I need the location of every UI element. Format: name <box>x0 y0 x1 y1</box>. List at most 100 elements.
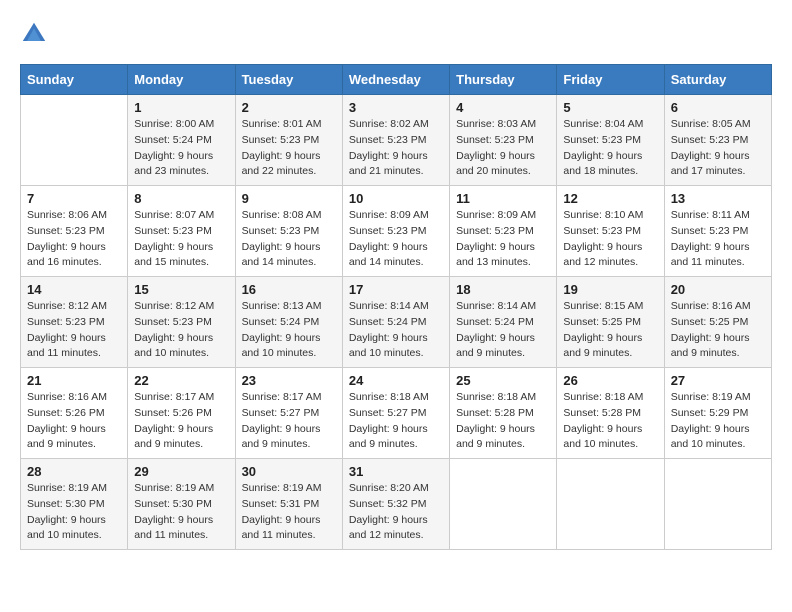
weekday-header: Sunday <box>21 65 128 95</box>
calendar-cell: 23 Sunrise: 8:17 AM Sunset: 5:27 PM Dayl… <box>235 368 342 459</box>
calendar-cell: 12 Sunrise: 8:10 AM Sunset: 5:23 PM Dayl… <box>557 186 664 277</box>
sunset: Sunset: 5:26 PM <box>134 407 212 419</box>
day-info: Sunrise: 8:09 AM Sunset: 5:23 PM Dayligh… <box>456 208 550 271</box>
sunrise: Sunrise: 8:19 AM <box>27 482 107 494</box>
daylight: Daylight: 9 hours and 9 minutes. <box>456 332 535 360</box>
day-number: 26 <box>563 373 657 388</box>
day-info: Sunrise: 8:06 AM Sunset: 5:23 PM Dayligh… <box>27 208 121 271</box>
sunrise: Sunrise: 8:18 AM <box>349 391 429 403</box>
weekday-header: Monday <box>128 65 235 95</box>
day-number: 4 <box>456 100 550 115</box>
sunrise: Sunrise: 8:19 AM <box>671 391 751 403</box>
day-number: 23 <box>242 373 336 388</box>
sunrise: Sunrise: 8:18 AM <box>456 391 536 403</box>
calendar-cell: 18 Sunrise: 8:14 AM Sunset: 5:24 PM Dayl… <box>450 277 557 368</box>
day-info: Sunrise: 8:12 AM Sunset: 5:23 PM Dayligh… <box>27 299 121 362</box>
logo-icon <box>20 20 48 48</box>
calendar-cell: 19 Sunrise: 8:15 AM Sunset: 5:25 PM Dayl… <box>557 277 664 368</box>
day-info: Sunrise: 8:10 AM Sunset: 5:23 PM Dayligh… <box>563 208 657 271</box>
sunset: Sunset: 5:28 PM <box>456 407 534 419</box>
daylight: Daylight: 9 hours and 10 minutes. <box>27 514 106 542</box>
calendar-cell: 22 Sunrise: 8:17 AM Sunset: 5:26 PM Dayl… <box>128 368 235 459</box>
day-info: Sunrise: 8:18 AM Sunset: 5:28 PM Dayligh… <box>456 390 550 453</box>
sunrise: Sunrise: 8:01 AM <box>242 118 322 130</box>
daylight: Daylight: 9 hours and 15 minutes. <box>134 241 213 269</box>
sunrise: Sunrise: 8:12 AM <box>27 300 107 312</box>
sunrise: Sunrise: 8:02 AM <box>349 118 429 130</box>
day-info: Sunrise: 8:11 AM Sunset: 5:23 PM Dayligh… <box>671 208 765 271</box>
day-info: Sunrise: 8:20 AM Sunset: 5:32 PM Dayligh… <box>349 481 443 544</box>
sunset: Sunset: 5:24 PM <box>242 316 320 328</box>
calendar-cell <box>664 459 771 550</box>
calendar-table: SundayMondayTuesdayWednesdayThursdayFrid… <box>20 64 772 550</box>
day-number: 12 <box>563 191 657 206</box>
daylight: Daylight: 9 hours and 11 minutes. <box>242 514 321 542</box>
day-info: Sunrise: 8:13 AM Sunset: 5:24 PM Dayligh… <box>242 299 336 362</box>
daylight: Daylight: 9 hours and 10 minutes. <box>349 332 428 360</box>
day-info: Sunrise: 8:14 AM Sunset: 5:24 PM Dayligh… <box>349 299 443 362</box>
daylight: Daylight: 9 hours and 9 minutes. <box>134 423 213 451</box>
calendar-cell <box>557 459 664 550</box>
logo <box>20 20 52 48</box>
sunset: Sunset: 5:24 PM <box>349 316 427 328</box>
sunrise: Sunrise: 8:09 AM <box>456 209 536 221</box>
day-info: Sunrise: 8:17 AM Sunset: 5:26 PM Dayligh… <box>134 390 228 453</box>
calendar-cell: 31 Sunrise: 8:20 AM Sunset: 5:32 PM Dayl… <box>342 459 449 550</box>
day-number: 18 <box>456 282 550 297</box>
day-info: Sunrise: 8:19 AM Sunset: 5:31 PM Dayligh… <box>242 481 336 544</box>
day-number: 20 <box>671 282 765 297</box>
sunset: Sunset: 5:23 PM <box>349 134 427 146</box>
sunset: Sunset: 5:31 PM <box>242 498 320 510</box>
sunrise: Sunrise: 8:08 AM <box>242 209 322 221</box>
sunrise: Sunrise: 8:14 AM <box>349 300 429 312</box>
sunset: Sunset: 5:23 PM <box>27 225 105 237</box>
calendar-cell <box>450 459 557 550</box>
calendar-cell: 2 Sunrise: 8:01 AM Sunset: 5:23 PM Dayli… <box>235 95 342 186</box>
daylight: Daylight: 9 hours and 14 minutes. <box>242 241 321 269</box>
day-info: Sunrise: 8:00 AM Sunset: 5:24 PM Dayligh… <box>134 117 228 180</box>
day-number: 30 <box>242 464 336 479</box>
calendar-cell: 14 Sunrise: 8:12 AM Sunset: 5:23 PM Dayl… <box>21 277 128 368</box>
day-info: Sunrise: 8:17 AM Sunset: 5:27 PM Dayligh… <box>242 390 336 453</box>
day-number: 6 <box>671 100 765 115</box>
day-number: 11 <box>456 191 550 206</box>
daylight: Daylight: 9 hours and 9 minutes. <box>27 423 106 451</box>
calendar-cell: 25 Sunrise: 8:18 AM Sunset: 5:28 PM Dayl… <box>450 368 557 459</box>
day-number: 15 <box>134 282 228 297</box>
day-info: Sunrise: 8:16 AM Sunset: 5:25 PM Dayligh… <box>671 299 765 362</box>
daylight: Daylight: 9 hours and 12 minutes. <box>349 514 428 542</box>
calendar-cell: 16 Sunrise: 8:13 AM Sunset: 5:24 PM Dayl… <box>235 277 342 368</box>
sunset: Sunset: 5:25 PM <box>671 316 749 328</box>
day-info: Sunrise: 8:19 AM Sunset: 5:29 PM Dayligh… <box>671 390 765 453</box>
weekday-header-row: SundayMondayTuesdayWednesdayThursdayFrid… <box>21 65 772 95</box>
sunset: Sunset: 5:23 PM <box>242 225 320 237</box>
calendar-cell: 1 Sunrise: 8:00 AM Sunset: 5:24 PM Dayli… <box>128 95 235 186</box>
day-info: Sunrise: 8:15 AM Sunset: 5:25 PM Dayligh… <box>563 299 657 362</box>
calendar-cell: 29 Sunrise: 8:19 AM Sunset: 5:30 PM Dayl… <box>128 459 235 550</box>
calendar-week-row: 28 Sunrise: 8:19 AM Sunset: 5:30 PM Dayl… <box>21 459 772 550</box>
sunrise: Sunrise: 8:16 AM <box>27 391 107 403</box>
day-info: Sunrise: 8:14 AM Sunset: 5:24 PM Dayligh… <box>456 299 550 362</box>
sunrise: Sunrise: 8:14 AM <box>456 300 536 312</box>
calendar-cell: 6 Sunrise: 8:05 AM Sunset: 5:23 PM Dayli… <box>664 95 771 186</box>
daylight: Daylight: 9 hours and 9 minutes. <box>563 332 642 360</box>
day-number: 13 <box>671 191 765 206</box>
daylight: Daylight: 9 hours and 9 minutes. <box>671 332 750 360</box>
day-info: Sunrise: 8:05 AM Sunset: 5:23 PM Dayligh… <box>671 117 765 180</box>
sunset: Sunset: 5:29 PM <box>671 407 749 419</box>
sunrise: Sunrise: 8:05 AM <box>671 118 751 130</box>
calendar-cell: 20 Sunrise: 8:16 AM Sunset: 5:25 PM Dayl… <box>664 277 771 368</box>
sunrise: Sunrise: 8:03 AM <box>456 118 536 130</box>
day-number: 24 <box>349 373 443 388</box>
daylight: Daylight: 9 hours and 13 minutes. <box>456 241 535 269</box>
daylight: Daylight: 9 hours and 10 minutes. <box>671 423 750 451</box>
daylight: Daylight: 9 hours and 17 minutes. <box>671 150 750 178</box>
sunset: Sunset: 5:23 PM <box>134 225 212 237</box>
day-number: 7 <box>27 191 121 206</box>
sunrise: Sunrise: 8:19 AM <box>134 482 214 494</box>
daylight: Daylight: 9 hours and 11 minutes. <box>27 332 106 360</box>
day-info: Sunrise: 8:18 AM Sunset: 5:28 PM Dayligh… <box>563 390 657 453</box>
sunrise: Sunrise: 8:10 AM <box>563 209 643 221</box>
daylight: Daylight: 9 hours and 12 minutes. <box>563 241 642 269</box>
sunrise: Sunrise: 8:11 AM <box>671 209 750 221</box>
